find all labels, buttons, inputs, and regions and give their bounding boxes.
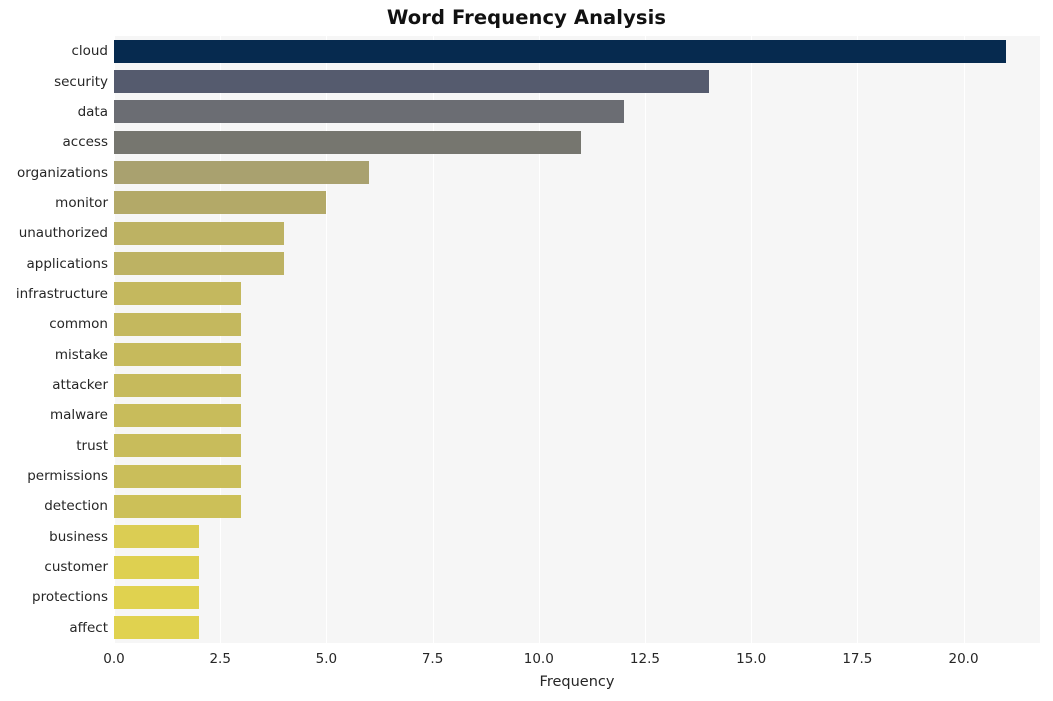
bar — [114, 525, 199, 549]
bar — [114, 161, 369, 185]
y-axis-tick-labels: cloud security data access organizations moni… — [0, 36, 108, 643]
y-axis-tick-label: infrastructure — [15, 285, 108, 302]
bar — [114, 403, 242, 427]
y-axis-tick-label: trust — [76, 437, 108, 454]
y-axis-tick-label: monitor — [55, 194, 108, 211]
y-axis-tick-label: detection — [44, 498, 108, 515]
x-axis-tick-label: 2.5 — [209, 651, 231, 667]
bar — [114, 39, 1007, 63]
y-axis-tick-label: protections — [32, 589, 108, 606]
bar-series — [114, 36, 1040, 643]
y-axis-tick-label: affect — [69, 619, 108, 636]
bar — [114, 282, 242, 306]
page-title: Word Frequency Analysis — [386, 6, 667, 29]
y-axis-tick-label: data — [77, 103, 108, 120]
y-axis-tick-label: business — [49, 528, 108, 545]
y-axis-tick-label: customer — [44, 559, 108, 576]
y-axis-tick-label: applications — [26, 255, 108, 272]
x-axis-tick-label: 15.0 — [736, 651, 767, 667]
bar — [114, 191, 327, 215]
y-axis-tick-label: permissions — [27, 468, 108, 485]
x-axis-tick-label: 7.5 — [421, 651, 444, 667]
y-axis-tick-label: cloud — [71, 43, 108, 60]
bar — [114, 221, 284, 245]
bar — [114, 70, 709, 94]
chart-figure: Word Frequency Analysis cloud security dat… — [0, 0, 1053, 701]
bar — [114, 464, 242, 488]
bar — [114, 494, 242, 518]
bar — [114, 130, 582, 154]
x-axis-tick-label: 5.0 — [315, 651, 338, 667]
x-axis-tick-label: 20.0 — [948, 651, 979, 667]
x-axis-tick-label: 17.5 — [842, 651, 873, 667]
y-axis-tick-label: organizations — [17, 164, 108, 181]
y-axis-tick-label: security — [54, 73, 108, 90]
y-axis-tick-label: attacker — [52, 377, 108, 394]
x-axis-tick-labels: 0.0 2.5 5.0 7.5 10.0 12.5 15.0 17.5 20.0 — [0, 651, 1053, 671]
x-axis-tick-label: 10.0 — [523, 651, 554, 667]
x-axis-tick-label: 12.5 — [629, 651, 660, 667]
y-axis-tick-label: unauthorized — [18, 225, 108, 242]
x-axis-title: Frequency — [539, 674, 615, 690]
y-axis-tick-label: common — [49, 316, 108, 333]
bar — [114, 555, 199, 579]
bar — [114, 312, 242, 336]
bar — [114, 616, 199, 640]
bar — [114, 100, 624, 124]
y-axis-tick-label: mistake — [54, 346, 108, 363]
y-axis-tick-label: access — [62, 134, 109, 151]
bar — [114, 585, 199, 609]
x-axis-tick-label: 0.0 — [103, 651, 125, 667]
bar — [114, 252, 284, 276]
bar — [114, 373, 242, 397]
bar — [114, 434, 242, 458]
y-axis-tick-label: malware — [49, 407, 108, 424]
bar — [114, 343, 242, 367]
plot-area — [114, 36, 1040, 643]
